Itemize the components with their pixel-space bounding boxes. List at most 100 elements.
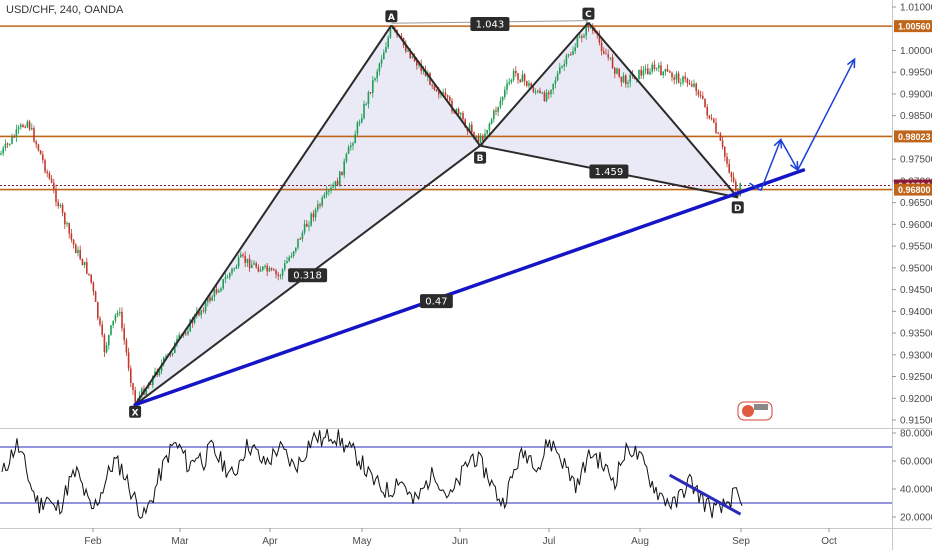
candle-body [235, 266, 238, 269]
candle-body [292, 251, 295, 257]
candle-body [534, 91, 537, 93]
candle-body [50, 178, 53, 183]
candle-body [407, 50, 409, 52]
candle-body [671, 72, 673, 78]
candle-body [270, 268, 273, 270]
candle-body [506, 83, 508, 90]
candle-body [460, 113, 462, 115]
candle-body [609, 57, 612, 59]
candle-body [306, 223, 308, 227]
candle-body [486, 129, 488, 134]
candle-body [680, 82, 682, 84]
price-tick-label: 0.91500 [900, 416, 932, 427]
candle-body [387, 37, 389, 48]
candle-body [642, 70, 645, 76]
candle-body [625, 75, 627, 85]
candle-body [15, 129, 18, 138]
candle-body [383, 52, 385, 60]
candle-body [350, 145, 352, 148]
candle-body [572, 51, 574, 55]
candle-body [341, 171, 343, 176]
candle-body [328, 190, 330, 192]
candle-body [297, 238, 299, 248]
candle-body [352, 143, 354, 146]
candle-body [589, 27, 592, 29]
candle-body [497, 107, 499, 112]
candle-body [200, 310, 202, 316]
candle-body [81, 259, 84, 266]
candle-body [114, 315, 117, 321]
time-tick-label: Jul [543, 536, 556, 547]
candle-body [570, 54, 572, 56]
candle-body [281, 269, 284, 276]
candle-body [660, 65, 662, 76]
candle-body [158, 371, 161, 376]
candle-body [26, 121, 29, 128]
candle-body [242, 254, 244, 256]
candle-body [361, 118, 363, 123]
candle-body [277, 274, 279, 276]
candle-body [561, 66, 563, 68]
candle-body [266, 265, 268, 272]
candle-body [204, 302, 207, 312]
candle-body [268, 268, 271, 272]
candle-body [600, 42, 603, 52]
candle-body [229, 273, 231, 278]
candle-body [24, 126, 26, 128]
candle-body [123, 328, 125, 341]
candle-body [411, 56, 414, 58]
candle-body [526, 81, 528, 86]
candle-body [110, 325, 112, 335]
candle-body [695, 83, 697, 92]
candle-body [574, 47, 576, 52]
candle-body [103, 335, 106, 353]
candle-body [697, 91, 700, 95]
ratio-label: 1.459 [595, 167, 624, 178]
candle-body [653, 64, 656, 69]
candle-body [187, 331, 189, 334]
candle-body [286, 261, 288, 264]
chart-svg: 1.01000 1.00000 0.99500 0.99000 0.98500 0.975… [0, 0, 932, 550]
candle-body [334, 180, 337, 187]
candle-body [552, 83, 554, 90]
price-tick-label: 0.92500 [900, 372, 932, 383]
candle-body [255, 263, 257, 268]
candle-body [57, 202, 59, 207]
candle-body [6, 143, 9, 145]
candle-body [457, 108, 460, 115]
candle-body [317, 204, 319, 210]
candle-body [528, 83, 530, 86]
candle-body [704, 98, 706, 108]
candle-body [578, 36, 581, 38]
candle-body [112, 320, 114, 326]
candle-body [354, 134, 356, 144]
rsi-tick-label: 60.0000 [900, 457, 932, 468]
level-tag-label: 1.00560 [898, 22, 931, 32]
candle-body [108, 334, 110, 346]
candle-body [702, 95, 704, 99]
candle-body [64, 212, 66, 225]
candle-body [686, 78, 689, 84]
candle-body [532, 87, 535, 93]
candle-body [42, 154, 44, 161]
candle-body [92, 282, 95, 292]
candle-body [116, 313, 119, 316]
candle-body [279, 275, 282, 277]
point-a-label: A [388, 13, 395, 23]
candle-body [435, 89, 438, 92]
candle-body [321, 197, 323, 206]
price-tick-label: 0.97500 [900, 155, 932, 166]
candle-body [17, 127, 20, 130]
candle-body [581, 36, 583, 38]
candle-body [345, 153, 348, 162]
time-tick-label: Mar [171, 536, 189, 547]
level-tag-label: 0.98023 [898, 132, 931, 142]
candle-body [669, 71, 671, 73]
price-tick-label: 0.94000 [900, 307, 932, 318]
candle-body [640, 69, 642, 76]
candle-body [691, 84, 693, 87]
candle-body [658, 65, 660, 68]
candle-body [233, 268, 235, 270]
candle-body [576, 37, 579, 48]
price-tick-label: 0.96000 [900, 220, 932, 231]
